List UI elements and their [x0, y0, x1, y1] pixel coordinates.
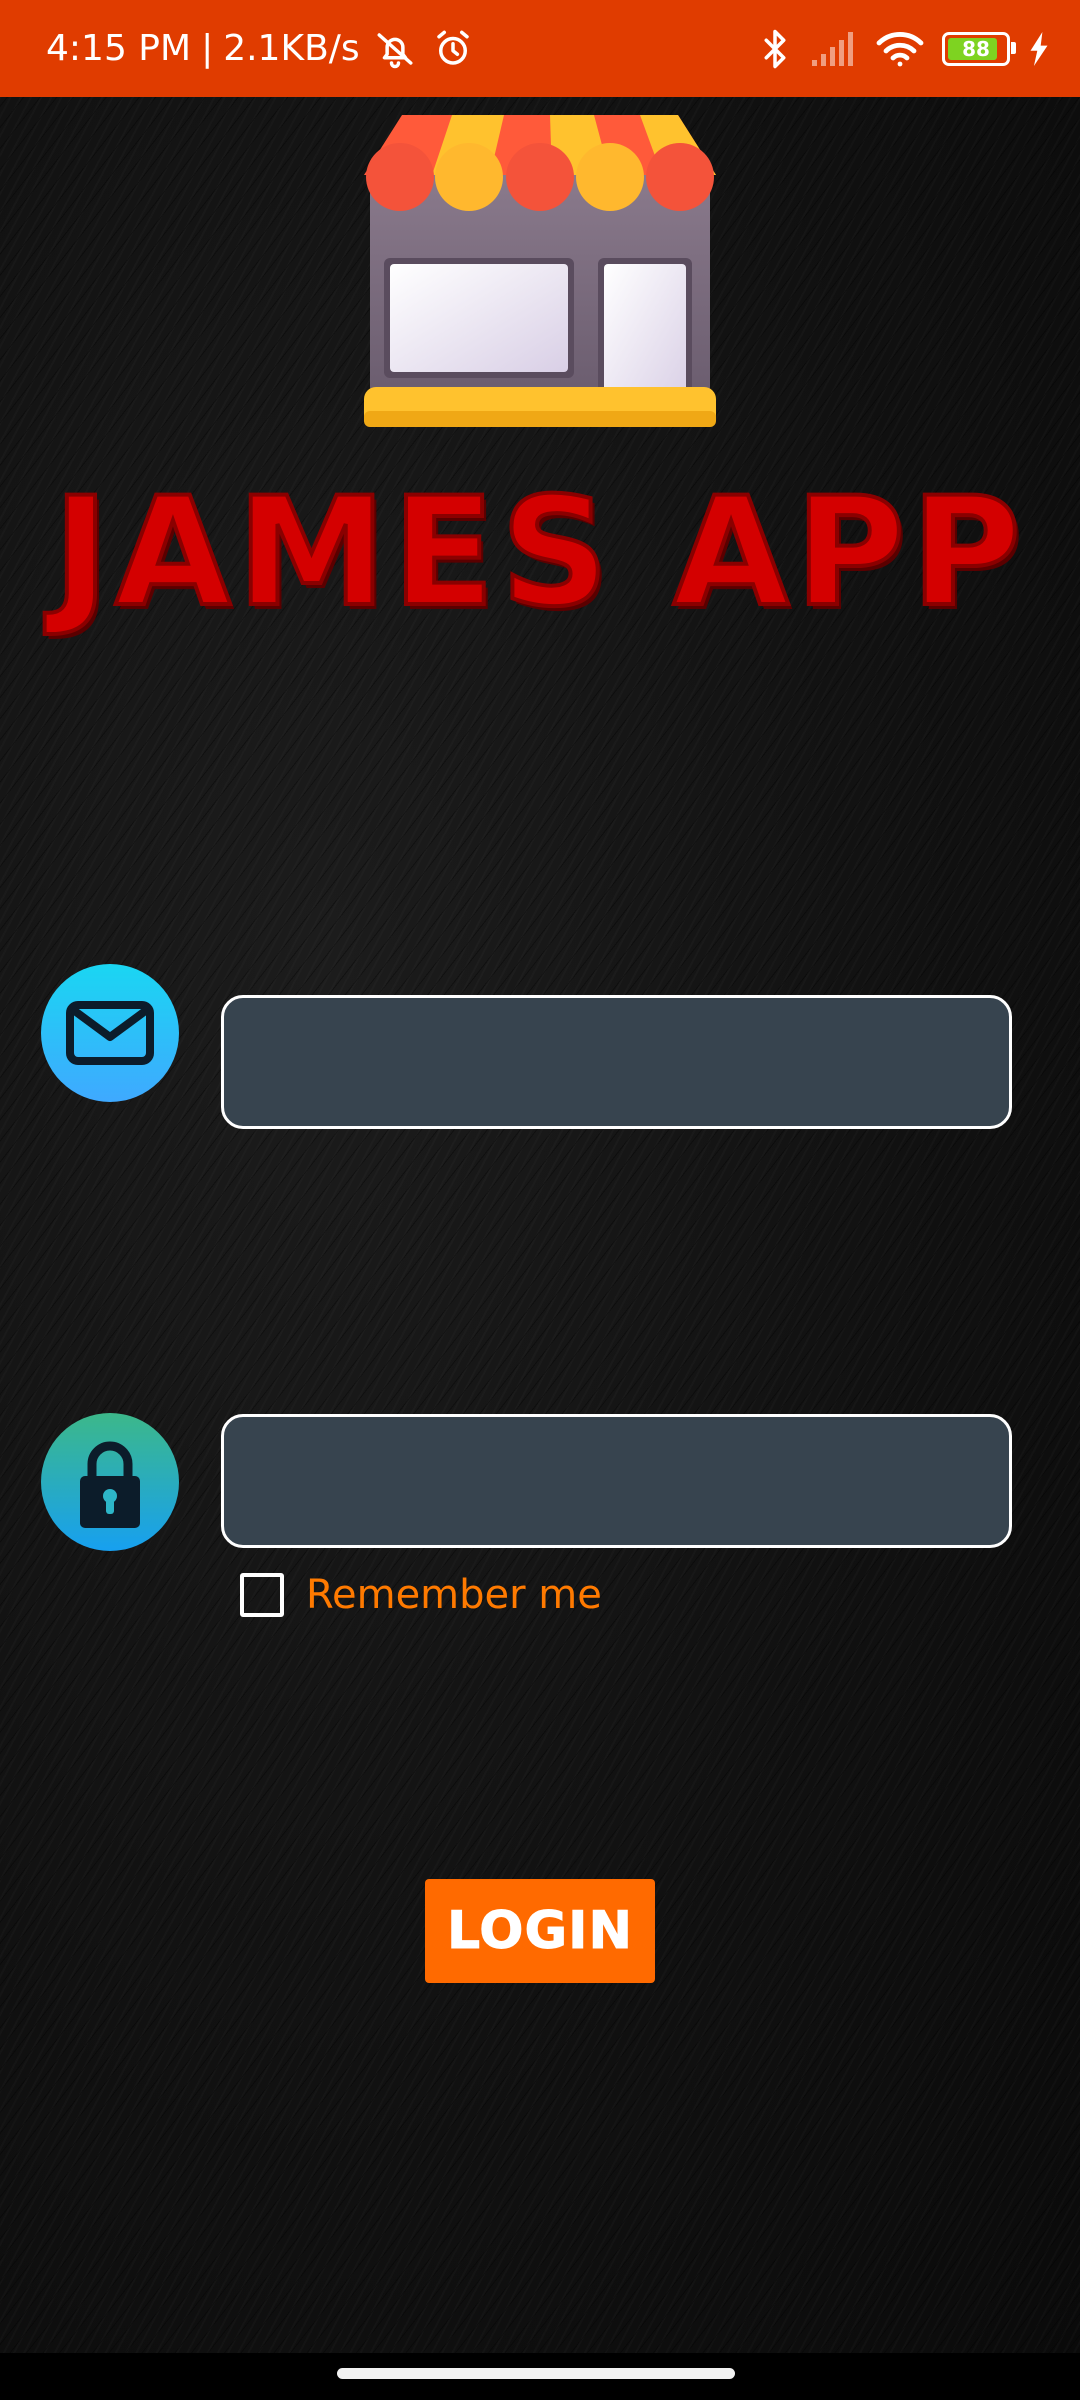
charging-icon	[1028, 31, 1050, 66]
battery-tip	[1011, 41, 1016, 54]
lock-icon	[78, 1434, 142, 1530]
home-indicator[interactable]	[337, 2368, 735, 2379]
password-field[interactable]	[221, 1414, 1012, 1548]
password-icon-badge	[41, 1413, 179, 1551]
email-icon-badge	[41, 964, 179, 1102]
remember-me-row[interactable]: Remember me	[240, 1570, 602, 1620]
signal-icon	[810, 30, 858, 68]
bluetooth-icon	[758, 28, 792, 70]
status-left: 4:15 PM | 2.1KB/s	[46, 0, 474, 97]
status-separator: |	[201, 28, 214, 69]
status-bar: 4:15 PM | 2.1KB/s 88	[0, 0, 1080, 97]
battery-icon: 88	[942, 31, 1016, 66]
status-right: 88	[758, 0, 1050, 97]
login-button[interactable]: LOGIN	[425, 1879, 655, 1983]
email-field[interactable]	[221, 995, 1012, 1129]
network-speed: 2.1KB/s	[223, 28, 360, 69]
alarm-icon	[432, 28, 474, 70]
envelope-icon	[65, 1000, 155, 1066]
wifi-icon	[876, 30, 924, 68]
remember-me-label[interactable]: Remember me	[306, 1572, 602, 1618]
alarm-off-icon	[374, 28, 416, 70]
status-time: 4:15 PM	[46, 28, 192, 69]
login-screen: 4:15 PM | 2.1KB/s 88 JAMES APP Remember …	[0, 0, 1080, 2400]
storefront-logo	[362, 115, 718, 435]
remember-me-checkbox[interactable]	[240, 1573, 284, 1617]
battery-level: 88	[962, 36, 990, 61]
app-title: JAMES APP	[51, 466, 1027, 640]
